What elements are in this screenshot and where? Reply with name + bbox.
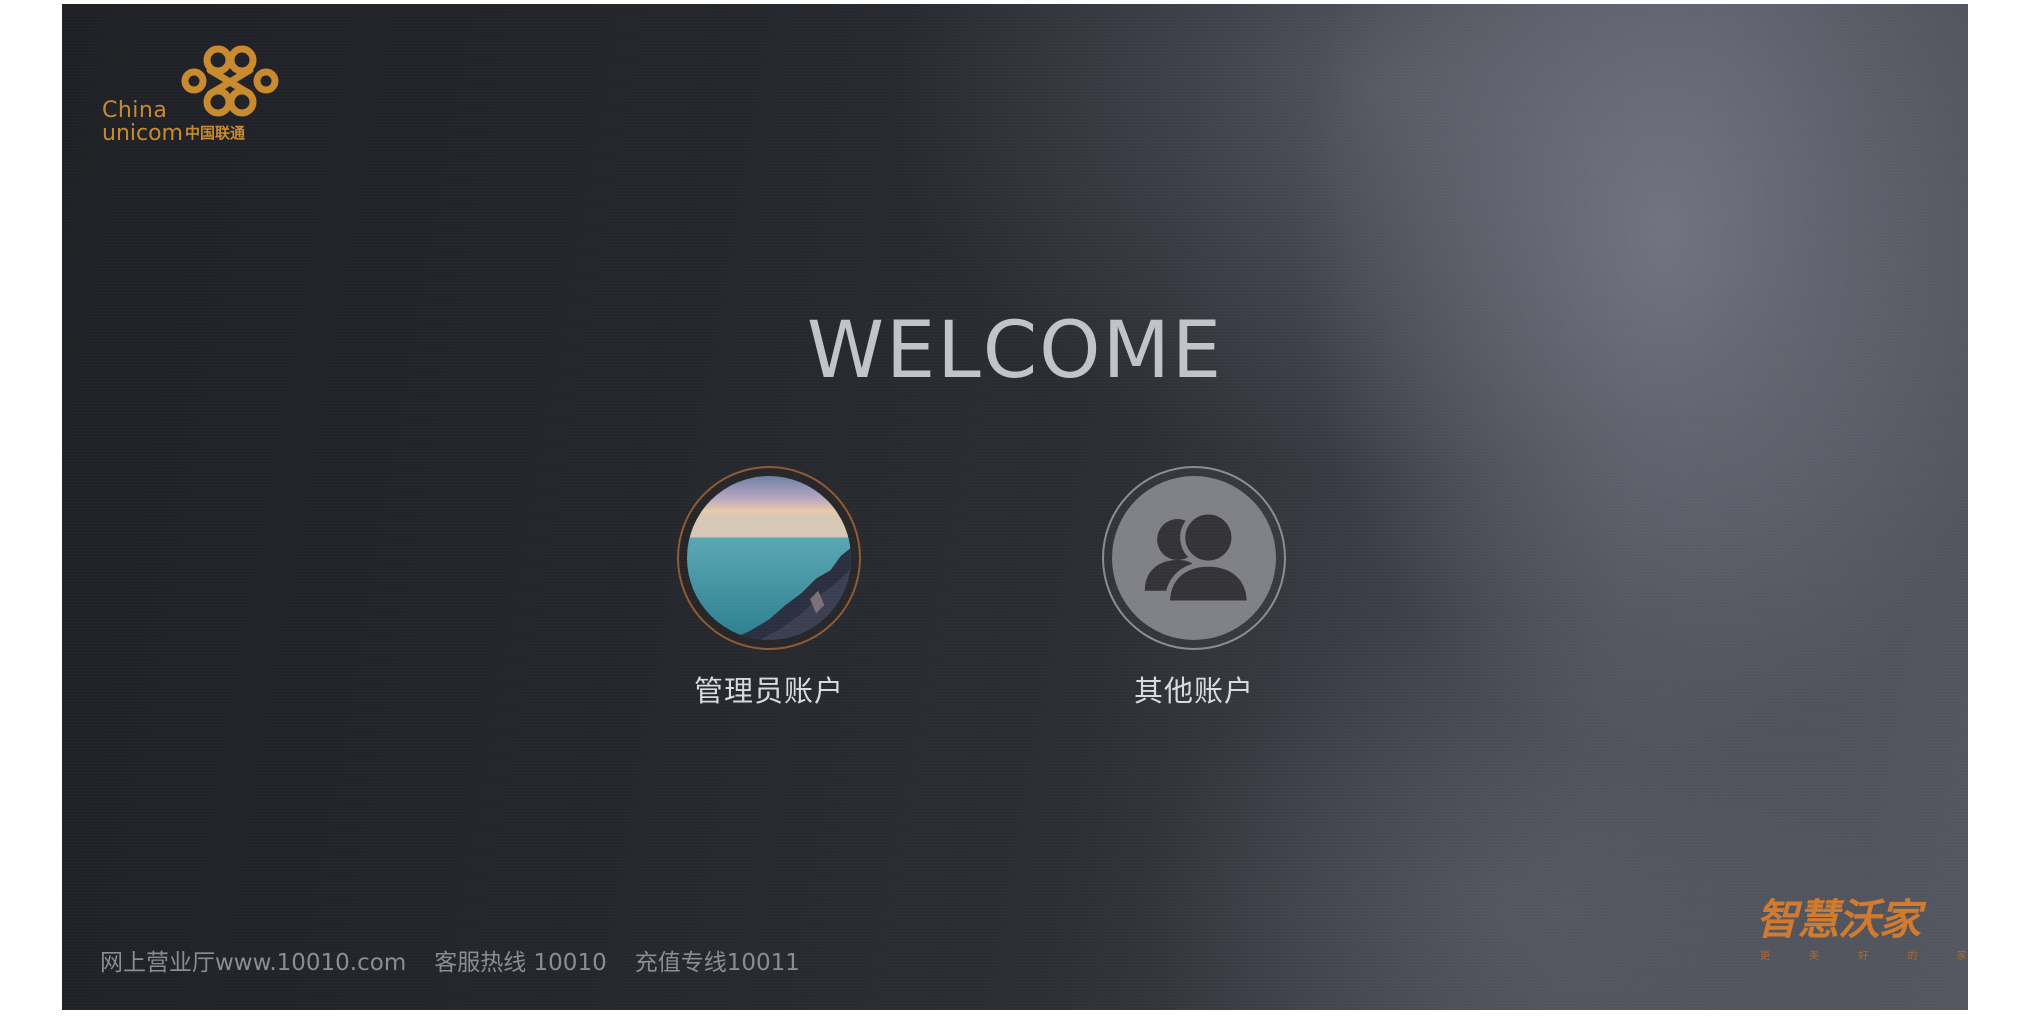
- other-avatar[interactable]: [1102, 466, 1286, 650]
- other-account-label: 其他账户: [1133, 674, 1254, 708]
- logo-text-china: China: [102, 98, 168, 123]
- admin-avatar[interactable]: [677, 466, 861, 650]
- footer-info: 网上营业厅www.10010.com 客服热线 10010 充值专线10011: [100, 943, 828, 977]
- logo-text-unicom-en: unicom: [102, 121, 183, 146]
- logo-text: China unicom 中国联通: [102, 100, 245, 145]
- admin-account-button[interactable]: 管理员账户: [659, 466, 879, 710]
- logo-text-unicom: unicom 中国联通: [102, 123, 245, 145]
- welcome-title: WELCOME: [806, 306, 1224, 396]
- zhihui-wojia-logo: 智慧沃家 更 美 好 的 家: [1756, 895, 1968, 979]
- logo-text-cn: 中国联通: [185, 124, 246, 142]
- brand-subtitle: 更 美 好 的 家: [1760, 951, 1968, 962]
- brand-title: 智慧沃家: [1756, 895, 1921, 944]
- china-unicom-logo: China unicom 中国联通: [102, 44, 292, 154]
- landscape-avatar-image: [687, 476, 851, 640]
- other-account-button[interactable]: 其他账户: [1084, 466, 1304, 710]
- footer-hotline: 客服热线 10010: [434, 950, 607, 976]
- footer-website: 网上营业厅www.10010.com: [100, 950, 407, 976]
- admin-account-label: 管理员账户: [693, 674, 844, 708]
- login-screen: China unicom 中国联通 WELCOME 管理员账户 其他账户 网上营…: [62, 4, 1968, 1010]
- users-icon: [1144, 509, 1252, 606]
- footer-recharge: 充值专线10011: [634, 950, 800, 976]
